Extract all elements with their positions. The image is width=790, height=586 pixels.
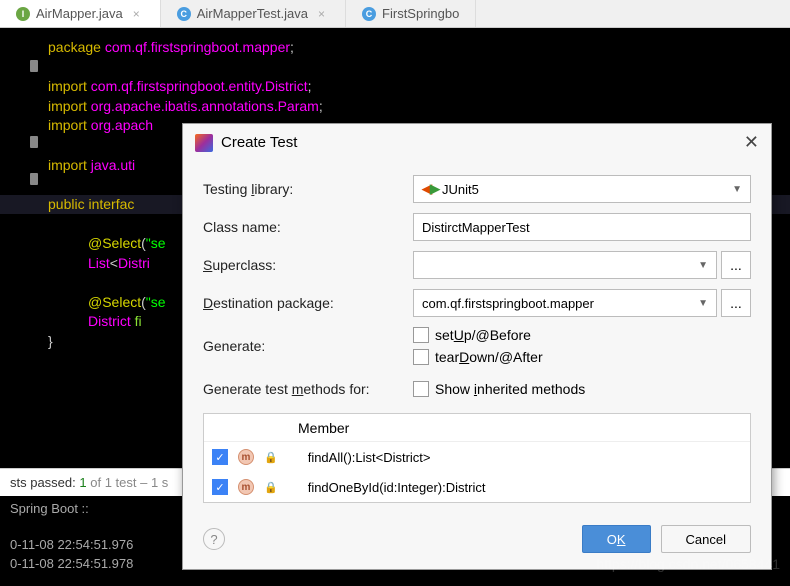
destination-browse-button[interactable]: ...	[721, 289, 751, 317]
class-icon: C	[362, 7, 376, 21]
tab-label: AirMapper.java	[36, 6, 123, 21]
create-test-dialog: Create Test ✕ Testing library: ◀▶ JUnit5…	[182, 123, 772, 570]
teardown-checkbox[interactable]	[413, 349, 429, 365]
help-icon[interactable]: ?	[203, 528, 225, 550]
member-table: Member ✓ m 🔒 findAll():List<District> ✓ …	[203, 413, 751, 503]
chevron-down-icon: ▼	[732, 184, 742, 195]
method-checkbox[interactable]: ✓	[212, 449, 228, 465]
methods-for-label: Generate test methods for:	[203, 381, 413, 397]
class-icon: C	[177, 7, 191, 21]
tab-label: FirstSpringbo	[382, 6, 459, 21]
method-icon: m	[238, 449, 254, 465]
intellij-icon	[195, 134, 213, 152]
cancel-button[interactable]: Cancel	[661, 525, 751, 553]
close-icon[interactable]: ×	[129, 7, 144, 21]
setup-checkbox[interactable]	[413, 327, 429, 343]
inherited-label: Show inherited methods	[435, 381, 585, 397]
testing-library-label: Testing library:	[203, 181, 413, 197]
chevron-down-icon: ▼	[698, 298, 708, 309]
ok-button[interactable]: OK	[582, 525, 651, 553]
dialog-title: Create Test	[221, 134, 297, 151]
tab-firstspringbo[interactable]: C FirstSpringbo	[346, 0, 476, 27]
tab-airmapper[interactable]: I AirMapper.java ×	[0, 0, 161, 27]
chevron-down-icon: ▼	[698, 260, 708, 271]
gutter	[0, 38, 40, 188]
method-name: findAll():List<District>	[288, 450, 431, 465]
close-icon[interactable]: ×	[314, 7, 329, 21]
method-name: findOneById(id:Integer):District	[288, 480, 486, 495]
member-column: Member	[240, 420, 349, 436]
generate-label: Generate:	[203, 338, 413, 354]
lock-icon: 🔒	[264, 481, 278, 494]
method-row[interactable]: ✓ m 🔒 findOneById(id:Integer):District	[204, 472, 750, 502]
testing-library-select[interactable]: ◀▶ JUnit5 ▼	[413, 175, 751, 203]
inherited-checkbox[interactable]	[413, 381, 429, 397]
method-row[interactable]: ✓ m 🔒 findAll():List<District>	[204, 442, 750, 472]
method-checkbox[interactable]: ✓	[212, 479, 228, 495]
tab-label: AirMapperTest.java	[197, 6, 308, 21]
close-icon[interactable]: ✕	[744, 132, 759, 153]
setup-label: setUp/@Before	[435, 327, 531, 343]
editor-tabs: I AirMapper.java × C AirMapperTest.java …	[0, 0, 790, 28]
teardown-label: tearDown/@After	[435, 349, 543, 365]
class-name-input[interactable]	[413, 213, 751, 241]
method-icon: m	[238, 479, 254, 495]
superclass-select[interactable]: ▼	[413, 251, 717, 279]
lock-icon: 🔒	[264, 451, 278, 464]
tab-airmappertest[interactable]: C AirMapperTest.java ×	[161, 0, 346, 27]
superclass-browse-button[interactable]: ...	[721, 251, 751, 279]
class-name-label: Class name:	[203, 219, 413, 235]
destination-select[interactable]: com.qf.firstspringboot.mapper ▼	[413, 289, 717, 317]
interface-icon: I	[16, 7, 30, 21]
superclass-label: Superclass:	[203, 257, 413, 273]
destination-label: Destination package:	[203, 295, 413, 311]
